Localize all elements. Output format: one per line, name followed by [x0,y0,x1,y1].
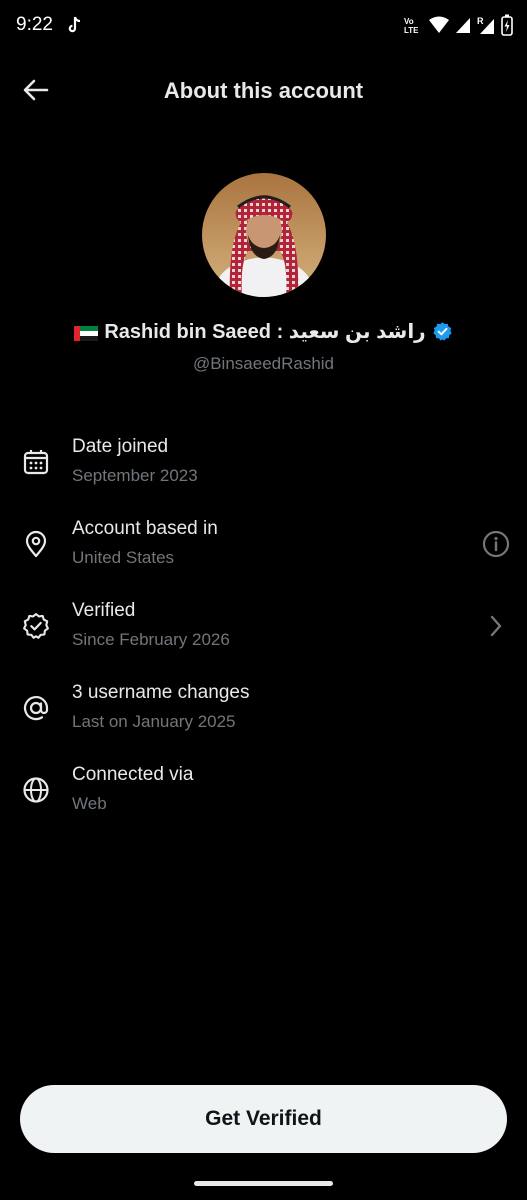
info-title: Account based in [72,518,218,539]
info-subtitle: September 2023 [72,466,198,485]
battery-charging-icon [501,14,513,36]
signal-icon [455,16,471,34]
avatar[interactable] [202,173,326,297]
info-item-connected-via: Connected via Web [0,748,527,830]
info-icon[interactable] [481,529,511,559]
verified-badge-icon[interactable] [432,321,453,342]
calendar-icon [22,448,50,476]
display-name-row: Rashid bin Saeed : راشد بن سعيد [0,319,527,344]
info-subtitle: United States [72,548,175,567]
get-verified-button[interactable]: Get Verified [20,1085,507,1153]
info-item-account-based-in: Account based in United States [0,502,527,584]
status-bar: 9:22 Vo LTE R [0,0,527,52]
globe-icon [22,776,50,804]
signal-roaming-icon: R [477,15,495,35]
header: About this account [0,60,527,124]
info-title: Date joined [72,436,169,457]
info-subtitle: Web [72,794,107,813]
info-title: 3 username changes [72,682,250,703]
svg-text:R: R [477,16,484,26]
info-title: Connected via [72,764,194,785]
info-item-username-changes: 3 username changes Last on January 2025 [0,666,527,748]
svg-text:Vo: Vo [404,17,414,26]
info-title: Verified [72,600,136,621]
volte-icon: Vo LTE [403,15,423,35]
info-subtitle: Since February 2026 [72,630,230,649]
info-item-date-joined: Date joined September 2023 [0,420,527,502]
at-sign-icon [22,694,50,722]
home-indicator[interactable] [194,1181,333,1186]
uae-flag-icon [74,324,99,341]
chevron-right-icon[interactable] [481,611,511,641]
tiktok-icon [68,16,82,34]
display-name: Rashid bin Saeed : راشد بن سعيد [104,321,426,343]
info-subtitle: Last on January 2025 [72,712,236,731]
page-title: About this account [163,78,364,103]
location-pin-icon [22,530,50,558]
svg-text:LTE: LTE [404,26,419,35]
info-item-verified[interactable]: Verified Since February 2026 [0,584,527,666]
verified-badge-outline-icon [22,612,50,640]
status-icons: Vo LTE R [403,14,513,36]
handle: @BinsaeedRashid [192,354,335,373]
status-time: 9:22 [16,14,53,35]
wifi-icon [429,16,449,34]
